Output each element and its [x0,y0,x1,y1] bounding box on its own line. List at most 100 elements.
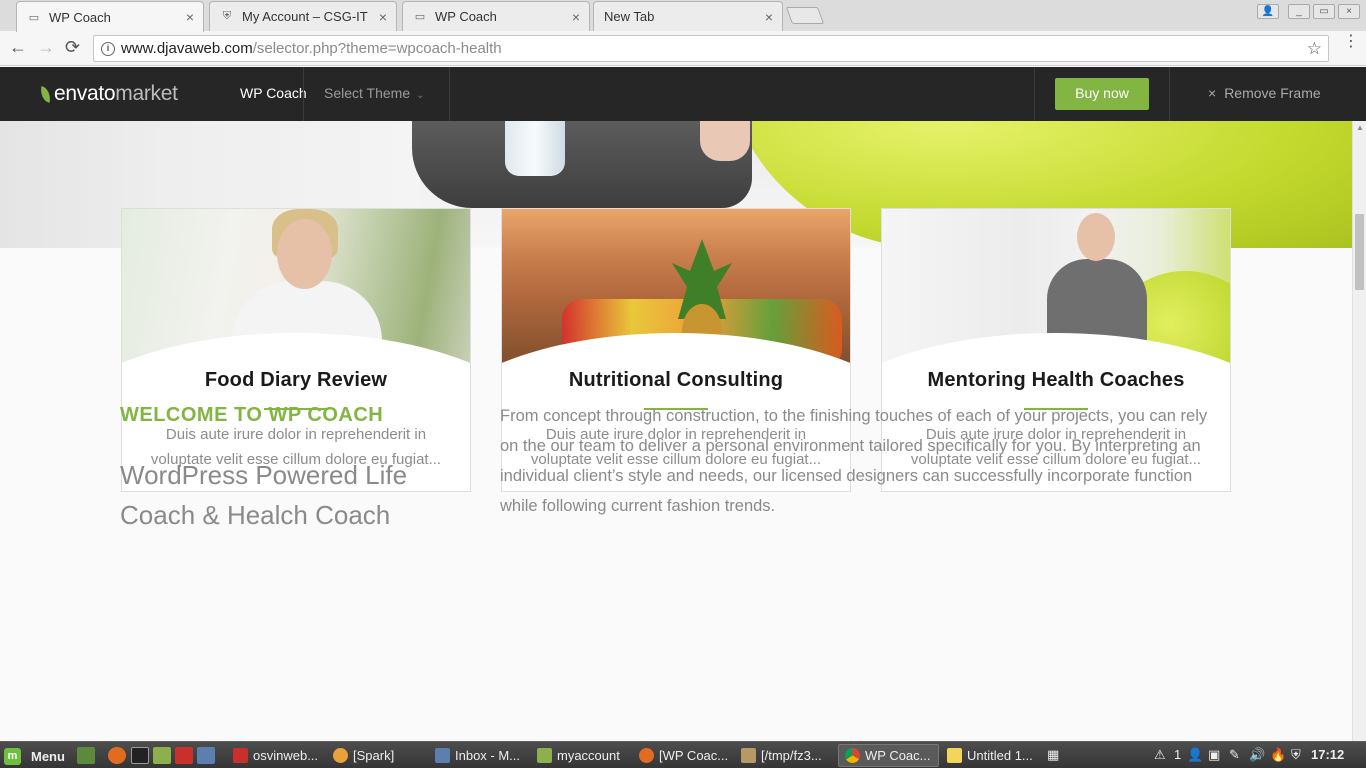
bookmark-star-icon[interactable]: ☆ [1307,36,1322,61]
browser-menu-icon[interactable]: ⋮ [1343,34,1359,50]
page-icon: ▭ [414,11,426,23]
spark-icon [333,748,348,763]
pen-icon[interactable]: ✎ [1229,747,1240,763]
show-desktop-icon[interactable] [77,747,95,764]
task-filezilla[interactable]: osvinweb... [227,744,323,767]
theme-title: WP Coach [240,85,307,101]
volume-icon[interactable]: 🔊 [1249,747,1265,763]
envato-header: envatomarket WP Coach Select Theme ⌄ Buy … [0,67,1366,121]
scroll-up-icon[interactable]: ▲ [1356,123,1364,132]
folder-icon [537,748,552,763]
task-spark[interactable]: [Spark] [327,744,425,767]
maximize-icon[interactable]: ▭ [1313,4,1335,19]
firefox-icon[interactable] [108,747,126,764]
chevron-down-icon: ⌄ [416,90,425,101]
task-editor[interactable]: [/tmp/fz3... [735,744,833,767]
close-icon[interactable]: × [379,9,387,25]
terminal-icon[interactable] [131,747,149,764]
logo-word-envato: envato [54,82,116,105]
task-inbox[interactable]: Inbox - M... [429,744,527,767]
tray-count: 1 [1174,747,1182,762]
back-icon[interactable]: ← [9,37,27,58]
divider [1034,67,1035,121]
welcome-body-text: From concept through construction, to th… [500,407,1208,515]
task-label: osvinweb... [253,748,319,763]
alert-icon[interactable]: ⚠ [1154,747,1166,763]
tab-label: New Tab [604,9,655,24]
forward-icon[interactable]: → [37,37,55,58]
thunderbird-icon[interactable] [197,747,215,764]
new-tab-button[interactable] [785,7,825,24]
browser-tab-strip: ▭ WP Coach × ⛨ My Account – CSG-IT × ▭ W… [0,0,1366,32]
clock: 17:12 [1311,747,1345,762]
welcome-heading: WordPress Powered Life Coach & Healch Co… [120,460,408,530]
service-card-food-diary[interactable]: Food Diary Review Duis aute irure dolor … [121,208,471,492]
close-icon: × [1208,85,1217,101]
close-icon[interactable]: × [572,9,580,25]
task-label: [WP Coac... [659,748,729,763]
url-host: www.djavaweb.com [121,40,253,57]
security-shield-icon[interactable]: ⛨ [1291,747,1301,763]
leaf-icon [38,86,53,103]
editor-icon [741,748,756,763]
tab-label: WP Coach [435,9,497,24]
workspace-icon[interactable]: ▦ [1047,747,1059,763]
service-title[interactable]: Nutritional Consulting [502,369,850,392]
scrollbar-thumb[interactable] [1355,214,1364,290]
chrome-icon [845,748,860,763]
close-icon[interactable]: × [765,9,773,25]
close-icon[interactable]: × [186,9,194,25]
tab-label: My Account – CSG-IT [242,9,368,24]
firefox-icon [639,748,654,763]
remove-frame-label: Remove Frame [1224,85,1321,101]
browser-toolbar: ← → ⟳ i www.djavaweb.com/selector.php?th… [0,31,1366,66]
shield-icon: ⛨ [222,10,232,22]
task-firefox-wp-coach[interactable]: [WP Coac... [633,744,731,767]
buy-now-button[interactable]: Buy now [1055,78,1149,110]
filezilla-icon [233,748,248,763]
mint-logo-icon: m [4,747,21,765]
remove-frame-button[interactable]: × Remove Frame [1208,85,1321,101]
close-window-icon[interactable]: × [1338,4,1360,19]
select-theme-label: Select Theme [324,85,411,101]
tab-my-account[interactable]: ⛨ My Account – CSG-IT × [209,1,397,31]
welcome-tagline: WELCOME TO WP COACH [120,404,384,426]
tab-wp-coach[interactable]: ▭ WP Coach × [402,1,590,31]
tab-wp-coach-active[interactable]: ▭ WP Coach × [16,1,204,32]
minimize-icon[interactable]: _ [1288,4,1310,19]
folder-icon[interactable] [153,747,171,764]
page-scrollbar[interactable]: ▲ [1352,121,1366,741]
tab-new-tab[interactable]: New Tab × [593,1,783,31]
reload-icon[interactable]: ⟳ [65,37,80,58]
task-untitled-document[interactable]: Untitled 1... [941,744,1039,767]
user-icon[interactable]: 👤 [1187,747,1203,763]
task-label: Untitled 1... [967,748,1033,763]
task-label: Inbox - M... [455,748,521,763]
menu-label: Menu [31,748,65,764]
service-title[interactable]: Mentoring Health Coaches [882,369,1230,392]
divider [1169,67,1170,121]
task-label: [/tmp/fz3... [761,748,822,763]
task-myaccount[interactable]: myaccount [531,744,629,767]
document-icon [947,748,962,763]
fire-icon[interactable]: 🔥 [1270,747,1286,763]
info-icon[interactable]: i [101,42,115,56]
tab-label: WP Coach [49,9,111,25]
desktop-taskbar: m Menu osvinweb... [Spark] Inbox - M... … [0,741,1366,768]
page-icon: ▭ [28,11,40,24]
service-title[interactable]: Food Diary Review [122,369,470,392]
start-menu-button[interactable]: m Menu [4,746,65,766]
task-label: myaccount [557,748,620,763]
url-path: /selector.php?theme=wpcoach-health [252,40,502,57]
envato-logo[interactable]: envatomarket [38,82,178,106]
clipboard-icon[interactable]: ▣ [1208,747,1220,763]
task-chrome-wp-coach[interactable]: WP Coac... [838,744,939,767]
address-bar[interactable]: i www.djavaweb.com/selector.php?theme=wp… [93,35,1329,62]
profile-icon[interactable]: 👤 [1257,4,1279,19]
logo-word-market: market [115,82,178,105]
task-label: WP Coac... [865,748,931,763]
thunderbird-icon [435,748,450,763]
select-theme-dropdown[interactable]: Select Theme ⌄ [303,67,450,121]
filezilla-icon[interactable] [175,747,193,764]
task-label: [Spark] [353,748,395,763]
